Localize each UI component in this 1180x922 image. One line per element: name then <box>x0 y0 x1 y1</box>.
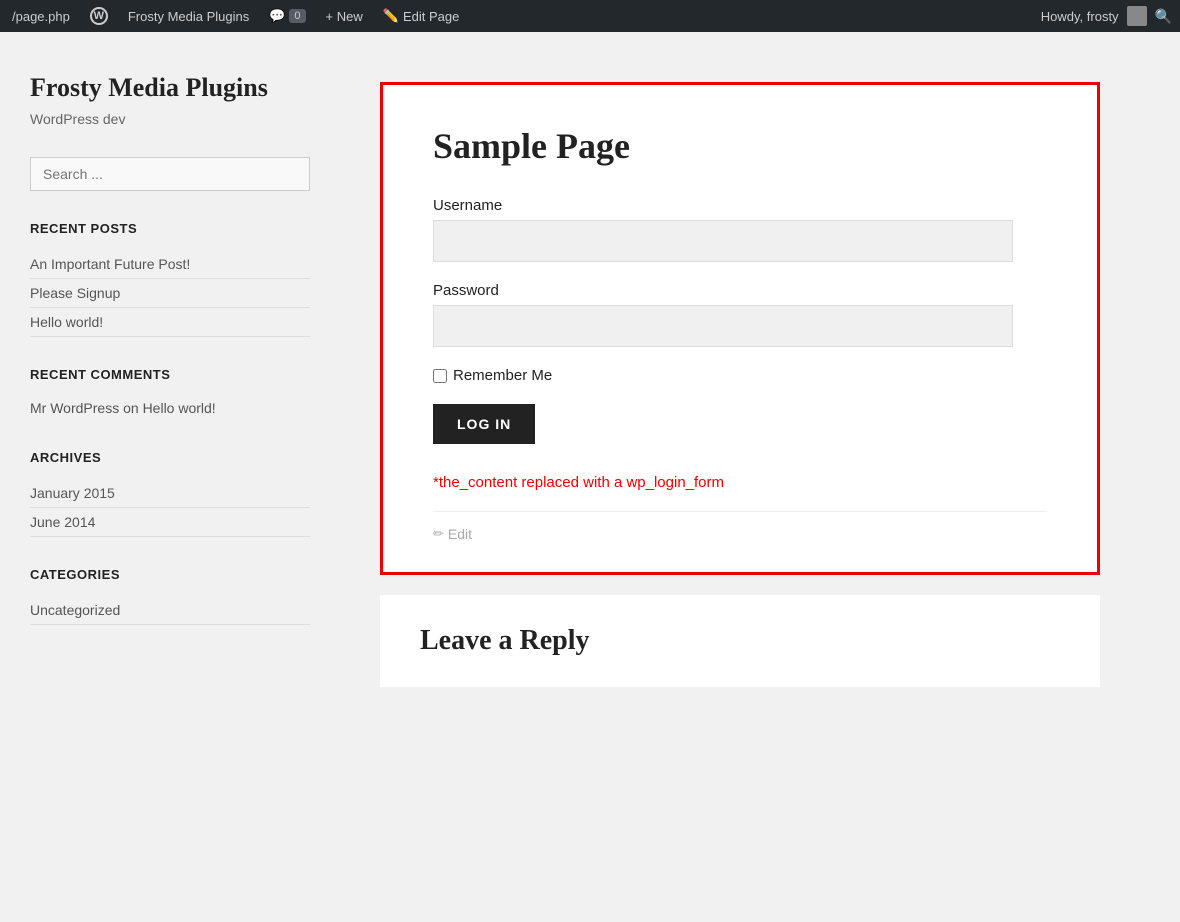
admin-bar-new[interactable]: + New <box>322 0 367 32</box>
sidebar: Frosty Media Plugins WordPress dev RECEN… <box>0 32 340 922</box>
comment-author-link[interactable]: Mr WordPress <box>30 400 119 416</box>
categories-title: CATEGORIES <box>30 567 310 582</box>
edit-page-label: Edit Page <box>403 9 459 24</box>
comment-on-text: on <box>123 400 142 416</box>
page-title: Sample Page <box>433 125 1047 167</box>
login-button[interactable]: LOG IN <box>433 404 535 444</box>
page-wrapper: Frosty Media Plugins WordPress dev RECEN… <box>0 32 1180 922</box>
edit-link[interactable]: Edit <box>448 526 472 542</box>
site-title: Frosty Media Plugins <box>30 72 310 103</box>
search-input[interactable] <box>30 157 310 191</box>
admin-bar: /page.php W Frosty Media Plugins 💬 0 + N… <box>0 0 1180 32</box>
remember-checkbox[interactable] <box>433 369 447 383</box>
page-article: Sample Page Username Password Remember M… <box>380 82 1100 575</box>
comment-icon: 💬 <box>269 8 285 24</box>
username-input[interactable] <box>433 220 1013 262</box>
remember-row: Remember Me <box>433 367 1013 384</box>
admin-bar-comments[interactable]: 💬 0 <box>265 0 309 32</box>
path-label: /page.php <box>12 9 70 24</box>
list-item[interactable]: January 2015 <box>30 479 310 508</box>
password-input[interactable] <box>433 305 1013 347</box>
admin-bar-right: Howdy, frosty 🔍 <box>1041 6 1172 26</box>
password-group: Password <box>433 282 1013 347</box>
search-icon[interactable]: 🔍 <box>1155 8 1172 25</box>
pencil-icon: ✏️ <box>383 8 399 24</box>
wordpress-icon: W <box>90 7 108 25</box>
list-item[interactable]: Uncategorized <box>30 596 310 625</box>
recent-comments-widget: RECENT COMMENTS Mr WordPress on Hello wo… <box>30 367 310 420</box>
password-label: Password <box>433 282 1013 299</box>
edit-link-row: ✏ Edit <box>433 511 1047 542</box>
content-note: *the_content replaced with a wp_login_fo… <box>433 474 1047 491</box>
new-label: + New <box>326 9 363 24</box>
username-label: Username <box>433 197 1013 214</box>
list-item[interactable]: June 2014 <box>30 508 310 537</box>
recent-posts-widget: RECENT POSTS An Important Future Post! P… <box>30 221 310 337</box>
avatar <box>1127 6 1147 26</box>
admin-bar-site[interactable]: Frosty Media Plugins <box>124 0 253 32</box>
site-tagline: WordPress dev <box>30 111 310 127</box>
comment-post-link[interactable]: Hello world! <box>143 400 216 416</box>
howdy-text: Howdy, frosty <box>1041 9 1119 24</box>
main-content: Sample Page Username Password Remember M… <box>340 32 1180 922</box>
archives-title: ARCHIVES <box>30 450 310 465</box>
login-form: Username Password Remember Me LOG IN <box>433 197 1013 474</box>
reply-section: Leave a Reply <box>380 595 1100 687</box>
admin-bar-edit-page[interactable]: ✏️ Edit Page <box>379 0 464 32</box>
categories-widget: CATEGORIES Uncategorized <box>30 567 310 625</box>
admin-bar-wp-logo[interactable]: W <box>86 0 112 32</box>
recent-comments-title: RECENT COMMENTS <box>30 367 310 382</box>
admin-site-name: Frosty Media Plugins <box>128 9 249 24</box>
archives-widget: ARCHIVES January 2015 June 2014 <box>30 450 310 537</box>
edit-pencil-icon: ✏ <box>433 526 444 542</box>
reply-title: Leave a Reply <box>420 625 1060 657</box>
list-item[interactable]: Hello world! <box>30 308 310 337</box>
remember-label: Remember Me <box>453 367 552 384</box>
recent-posts-title: RECENT POSTS <box>30 221 310 236</box>
list-item: Mr WordPress on Hello world! <box>30 396 310 420</box>
username-group: Username <box>433 197 1013 262</box>
comments-count: 0 <box>289 9 305 23</box>
list-item[interactable]: Please Signup <box>30 279 310 308</box>
admin-bar-path[interactable]: /page.php <box>8 0 74 32</box>
list-item[interactable]: An Important Future Post! <box>30 250 310 279</box>
